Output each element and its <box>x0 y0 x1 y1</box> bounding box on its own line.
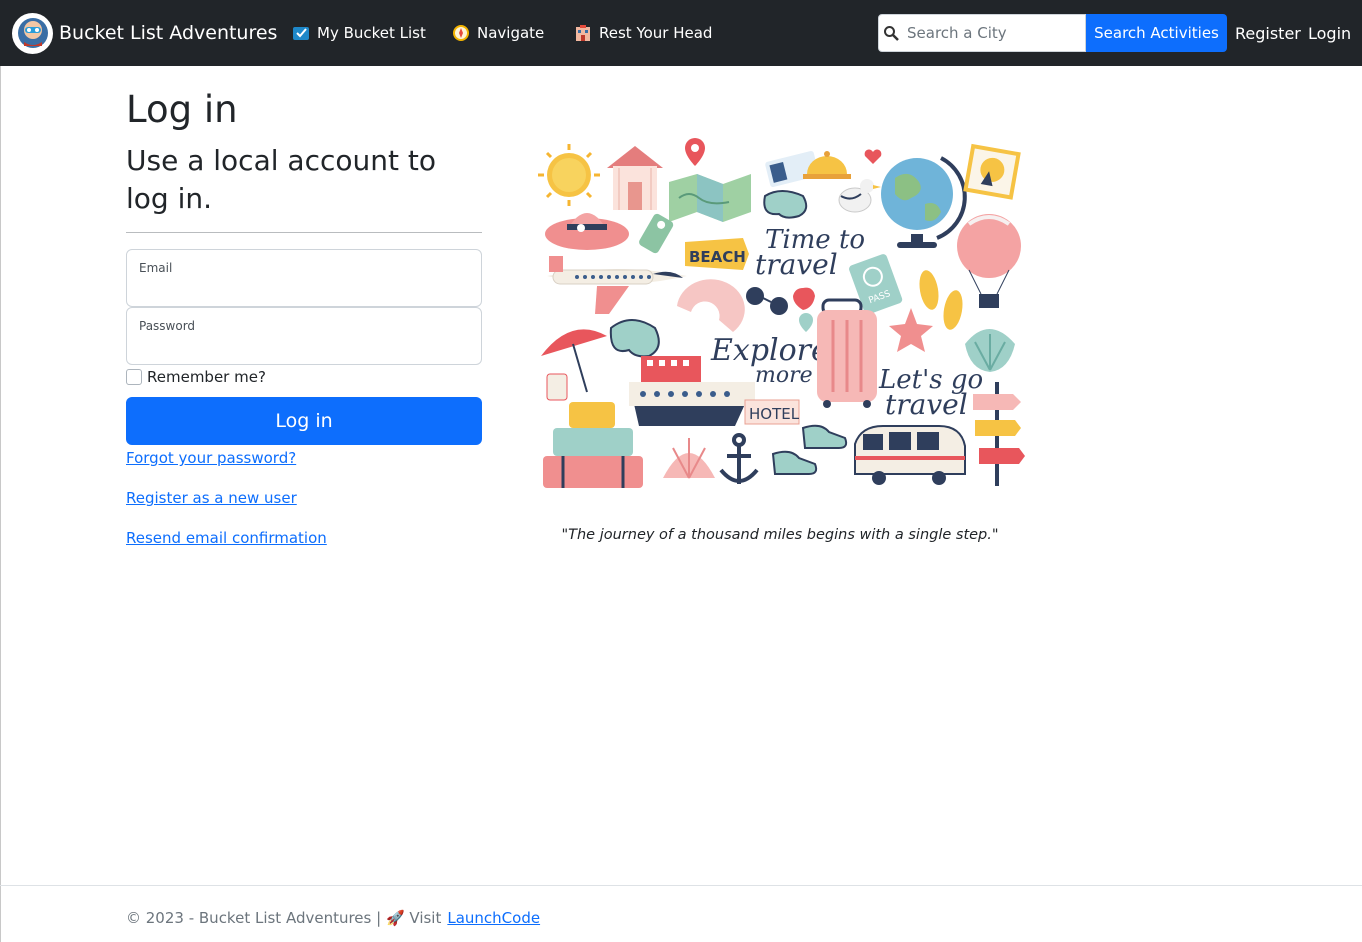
nav-rest-your-head[interactable]: Rest Your Head <box>574 24 712 42</box>
nav-navigate[interactable]: Navigate <box>452 24 544 42</box>
van-icon <box>854 425 966 485</box>
forgot-password-link[interactable]: Forgot your password? <box>126 449 296 467</box>
umbrella-icon <box>541 329 607 401</box>
suitcase-icon <box>817 298 877 408</box>
password-field[interactable]: Password <box>126 307 482 365</box>
beach-sign: BEACH <box>685 238 749 270</box>
hotel-sign: HOTEL <box>744 399 800 425</box>
navbar: Bucket List Adventures My Bucket List Na… <box>0 0 1362 66</box>
hotel-icon <box>574 24 592 42</box>
anchor-icon <box>719 433 759 484</box>
remember-label: Remember me? <box>147 368 266 386</box>
page-title: Log in <box>126 88 238 131</box>
compass-icon <box>452 24 470 42</box>
signpost-icon <box>973 382 1025 486</box>
globe-icon <box>881 156 967 248</box>
brand-title: Bucket List Adventures <box>59 22 278 44</box>
footer-copyright: © 2023 - Bucket List Adventures | 🚀 Visi… <box>126 909 442 927</box>
passport-icon: PASS <box>849 254 903 315</box>
travel-text: travel <box>755 248 838 281</box>
register-link[interactable]: Register <box>1235 24 1301 43</box>
divider <box>126 232 482 233</box>
more-text: more <box>755 363 813 388</box>
travel-illustration: BEACH Time to travel PASS Explore more H… <box>533 138 1033 498</box>
nav-my-bucket-list[interactable]: My Bucket List <box>292 24 426 42</box>
search-field[interactable] <box>878 14 1086 52</box>
brand[interactable]: Bucket List Adventures <box>12 12 277 54</box>
goggles-icon <box>763 190 808 219</box>
login-button[interactable]: Log in <box>126 397 482 445</box>
photo-icon <box>963 143 1021 200</box>
seashell-icon <box>663 438 715 479</box>
beach-hut-icon <box>607 146 663 210</box>
email-label: Email <box>139 261 173 275</box>
svg-text:BEACH: BEACH <box>689 248 746 266</box>
hot-air-balloon-icon <box>957 214 1021 308</box>
search-activities-button[interactable]: Search Activities <box>1086 14 1227 52</box>
register-new-user-link[interactable]: Register as a new user <box>126 489 297 507</box>
starfish-icon <box>889 308 933 352</box>
neck-pillow-icon <box>677 279 745 332</box>
lets-travel-text: travel <box>885 388 968 421</box>
nav-navigate-label: Navigate <box>477 24 545 42</box>
footer-text: © 2023 - Bucket List Adventures | 🚀 Visi… <box>126 909 540 927</box>
sneakers-icon <box>771 424 848 475</box>
footer: © 2023 - Bucket List Adventures | 🚀 Visi… <box>0 885 1362 942</box>
password-label: Password <box>139 319 196 333</box>
travel-quote: "The journey of a thousand miles begins … <box>561 527 999 543</box>
resend-confirmation-link[interactable]: Resend email confirmation <box>126 529 327 547</box>
nav-rest-your-head-label: Rest Your Head <box>599 24 713 42</box>
email-input[interactable] <box>139 280 469 298</box>
launchcode-link[interactable]: LaunchCode <box>447 909 540 927</box>
page-subtitle: Use a local account to log in. <box>126 144 436 215</box>
login-link[interactable]: Login <box>1308 24 1351 43</box>
remember-me[interactable]: Remember me? <box>126 368 266 386</box>
sun-icon <box>538 144 600 206</box>
sunglasses-icon <box>746 287 788 315</box>
remember-checkbox[interactable] <box>126 369 142 385</box>
checkmark-icon <box>292 24 310 42</box>
flip-flops-icon <box>919 270 963 330</box>
password-input[interactable] <box>139 338 469 356</box>
nav-my-bucket-list-label: My Bucket List <box>317 24 426 42</box>
page-border <box>0 66 1 942</box>
map-icon <box>669 174 751 222</box>
svg-text:HOTEL: HOTEL <box>749 405 800 423</box>
brand-logo-icon <box>12 12 53 54</box>
search-city-input[interactable] <box>907 24 1077 42</box>
luggage-stack-icon <box>543 402 643 488</box>
strawberry-icon <box>793 287 815 310</box>
hat-icon <box>545 213 629 250</box>
bird-icon <box>838 179 881 213</box>
airplane-icon <box>547 256 687 314</box>
search-icon <box>883 25 899 41</box>
sleep-mask-icon <box>609 319 660 358</box>
email-field[interactable]: Email <box>126 249 482 307</box>
